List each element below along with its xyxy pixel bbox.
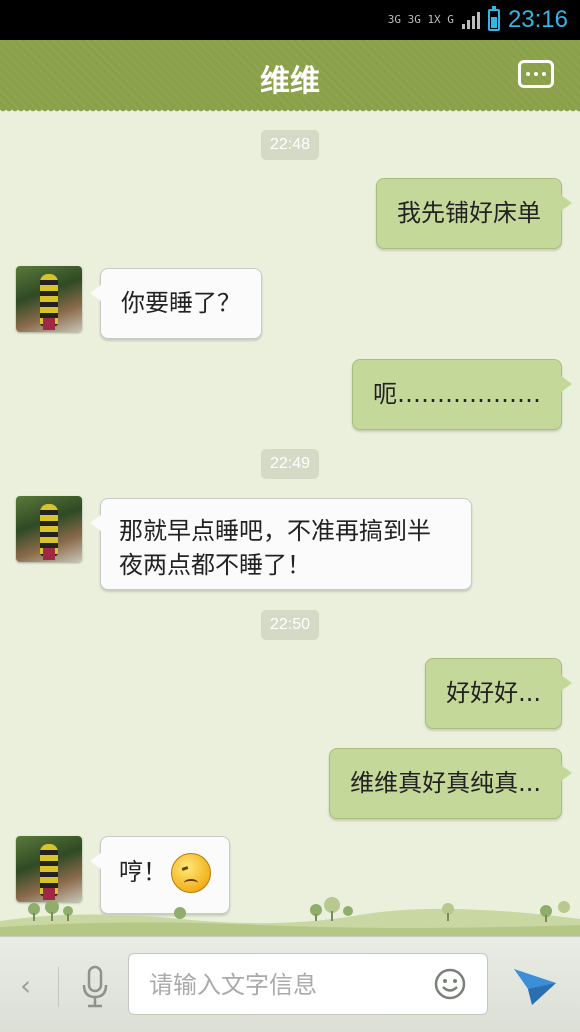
smiley-icon[interactable] (433, 967, 467, 1001)
send-icon[interactable] (512, 965, 558, 1007)
divider (58, 967, 59, 1007)
microphone-icon[interactable] (80, 965, 110, 1009)
message-outgoing[interactable]: 我先铺好床单 (376, 178, 572, 249)
chat-area[interactable]: 22:48 我先铺好床单 你要睡了？ 呃……………… 22:49 那就早点睡吧，… (0, 108, 580, 936)
message-outgoing[interactable]: 好好好... (425, 658, 572, 729)
message-outgoing[interactable]: 维维真好真纯真... (329, 748, 572, 819)
sad-face-emoji-icon (171, 853, 211, 893)
message-outgoing[interactable]: 呃……………… (352, 359, 572, 430)
battery-icon (487, 6, 500, 31)
signal-icon (461, 11, 480, 29)
chat-title: 维维 (260, 64, 320, 99)
input-bar: ‹ (0, 936, 580, 1032)
title-bar: 维维 (0, 40, 580, 114)
landscape-decoration (0, 897, 580, 936)
contact-avatar[interactable] (16, 836, 82, 902)
message-text: 哼！ (119, 858, 167, 886)
timestamp: 22:48 (260, 130, 320, 160)
network-indicator: 3G 3G 1X G (387, 13, 454, 26)
back-chevron-icon[interactable]: ‹ (20, 969, 31, 1002)
status-time: 23:16 (507, 6, 568, 33)
timestamp: 22:50 (260, 610, 320, 640)
message-input[interactable] (147, 966, 411, 1004)
contact-avatar[interactable] (16, 496, 82, 562)
timestamp: 22:49 (260, 449, 320, 479)
more-dots-icon[interactable] (518, 60, 554, 88)
message-incoming[interactable]: 你要睡了？ (90, 268, 262, 339)
message-input-field[interactable] (128, 953, 488, 1015)
status-bar: 3G 3G 1X G 23:16 (0, 0, 580, 40)
contact-avatar[interactable] (16, 266, 82, 332)
message-incoming[interactable]: 那就早点睡吧，不准再搞到半夜两点都不睡了！ (90, 498, 472, 590)
